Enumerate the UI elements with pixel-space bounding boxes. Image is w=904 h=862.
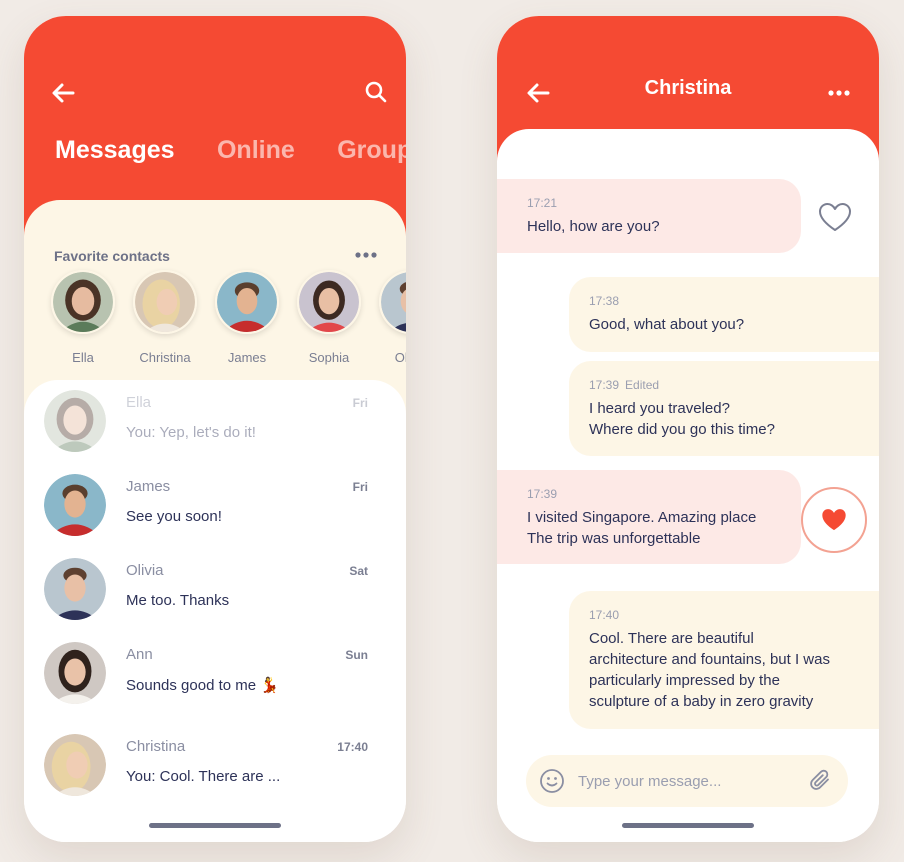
paperclip-icon[interactable] bbox=[808, 768, 834, 794]
message-time: Sun bbox=[345, 648, 368, 662]
message-text: I visited Singapore. Amazing place The t… bbox=[527, 507, 801, 549]
contact-name: Olivia bbox=[394, 350, 406, 365]
home-indicator bbox=[149, 823, 281, 828]
message-composer bbox=[526, 755, 848, 807]
chat-title: Christina bbox=[644, 77, 732, 99]
message-preview: See you soon! bbox=[126, 508, 222, 525]
conversation-item[interactable]: Christina 17:40 You: Cool. There are ... bbox=[24, 728, 406, 806]
like-button[interactable] bbox=[801, 487, 867, 553]
favorite-contact[interactable]: Sophia bbox=[297, 270, 361, 365]
message-time: 17:39 bbox=[527, 487, 558, 501]
tab-online[interactable]: Online bbox=[217, 136, 295, 165]
outgoing-message[interactable]: 17:40 Cool. There are beautiful architec… bbox=[569, 591, 879, 729]
home-indicator bbox=[622, 823, 754, 828]
contact-name: Ella bbox=[72, 350, 94, 365]
conversation-item[interactable]: Olivia Sat Me too. Thanks bbox=[24, 552, 406, 630]
outgoing-message[interactable]: 17:39 Edited I heard you traveled? Where … bbox=[569, 361, 879, 456]
avatar bbox=[297, 270, 361, 334]
contact-name: James bbox=[126, 478, 171, 495]
favorite-contact[interactable]: James bbox=[215, 270, 279, 365]
contact-name: Olivia bbox=[126, 562, 164, 579]
smile-emoji-icon[interactable] bbox=[539, 768, 565, 794]
favorites-title: Favorite contacts bbox=[54, 248, 170, 264]
avatar bbox=[44, 558, 106, 620]
chat-screen: Christina 17:21 Hello, how are you? 17:3… bbox=[497, 16, 879, 842]
avatar bbox=[51, 270, 115, 334]
message-line: Cool. There are beautiful bbox=[589, 630, 754, 647]
message-preview: Sounds good to me 💃 bbox=[126, 677, 279, 694]
message-preview: You: Yep, let's do it! bbox=[126, 424, 256, 441]
message-line: particularly impressed by the bbox=[589, 672, 780, 689]
contact-name: Christina bbox=[139, 350, 191, 365]
message-line: The trip was unforgettable bbox=[527, 530, 701, 547]
tab-messages[interactable]: Messages bbox=[55, 136, 175, 165]
avatar bbox=[44, 390, 106, 452]
message-line: sculpture of a baby in zero gravity bbox=[589, 693, 814, 710]
avatar bbox=[44, 734, 106, 796]
back-arrow-icon[interactable] bbox=[50, 82, 76, 104]
avatar bbox=[44, 642, 106, 704]
favorite-contact[interactable]: Christina bbox=[133, 270, 197, 365]
edited-label: Edited bbox=[625, 378, 660, 392]
contact-name: Ann bbox=[126, 646, 153, 663]
message-time: Fri bbox=[352, 480, 368, 494]
message-time: Sat bbox=[349, 564, 368, 578]
conversation-item[interactable]: Ella Fri You: Yep, let's do it! bbox=[24, 384, 406, 462]
contacts-screen: Messages Online Groups Favorite contacts… bbox=[24, 16, 406, 842]
search-icon[interactable] bbox=[364, 80, 388, 104]
message-meta: 17:39 Edited bbox=[589, 378, 879, 392]
message-time: Fri bbox=[352, 396, 368, 410]
conversation-item[interactable]: James Fri See you soon! bbox=[24, 468, 406, 546]
outgoing-message[interactable]: 17:38 Good, what about you? bbox=[569, 277, 879, 352]
conversation-list: Ella Fri You: Yep, let's do it! James Fr… bbox=[24, 380, 406, 842]
favorite-contact[interactable]: Olivia bbox=[379, 270, 406, 365]
favorite-contact[interactable]: Ella bbox=[51, 270, 115, 365]
message-time: 17:39 bbox=[589, 378, 620, 392]
message-line: I visited Singapore. Amazing place bbox=[527, 509, 757, 526]
avatar bbox=[215, 270, 279, 334]
avatar bbox=[44, 474, 106, 536]
contact-name: Ella bbox=[126, 394, 152, 411]
contact-name: Christina bbox=[126, 738, 186, 755]
message-time: 17:38 bbox=[589, 294, 620, 308]
message-time: 17:40 bbox=[337, 740, 368, 754]
message-preview: Me too. Thanks bbox=[126, 592, 230, 609]
incoming-message[interactable]: 17:39 I visited Singapore. Amazing place… bbox=[497, 470, 801, 564]
message-time: 17:21 bbox=[527, 196, 558, 210]
message-text: Hello, how are you? bbox=[527, 218, 660, 235]
contact-name: Sophia bbox=[308, 350, 350, 365]
conversation-item[interactable]: Ann Sun Sounds good to me 💃 bbox=[24, 636, 406, 714]
message-preview: You: Cool. There are ... bbox=[126, 768, 281, 785]
message-input[interactable] bbox=[578, 765, 798, 797]
tab-bar: Messages Online Groups bbox=[55, 136, 406, 165]
tab-groups[interactable]: Groups bbox=[337, 136, 406, 165]
more-options-icon[interactable] bbox=[354, 251, 378, 259]
message-text: I heard you traveled? Where did you go t… bbox=[589, 398, 879, 440]
message-text: Good, what about you? bbox=[589, 316, 745, 333]
message-text: Cool. There are beautiful architecture a… bbox=[589, 628, 879, 712]
message-line: I heard you traveled? bbox=[589, 400, 730, 417]
avatar bbox=[379, 270, 406, 334]
message-thread: 17:21 Hello, how are you? 17:38 Good, wh… bbox=[497, 129, 879, 842]
incoming-message[interactable]: 17:21 Hello, how are you? bbox=[497, 179, 801, 253]
more-options-icon[interactable] bbox=[827, 89, 851, 97]
contact-name: James bbox=[227, 350, 267, 365]
message-line: architecture and fountains, but I was bbox=[589, 651, 830, 668]
heart-filled-icon bbox=[822, 509, 846, 531]
message-time: 17:40 bbox=[589, 608, 620, 622]
avatar bbox=[133, 270, 197, 334]
heart-outline-icon[interactable] bbox=[817, 200, 853, 236]
message-line: Where did you go this time? bbox=[589, 421, 775, 438]
